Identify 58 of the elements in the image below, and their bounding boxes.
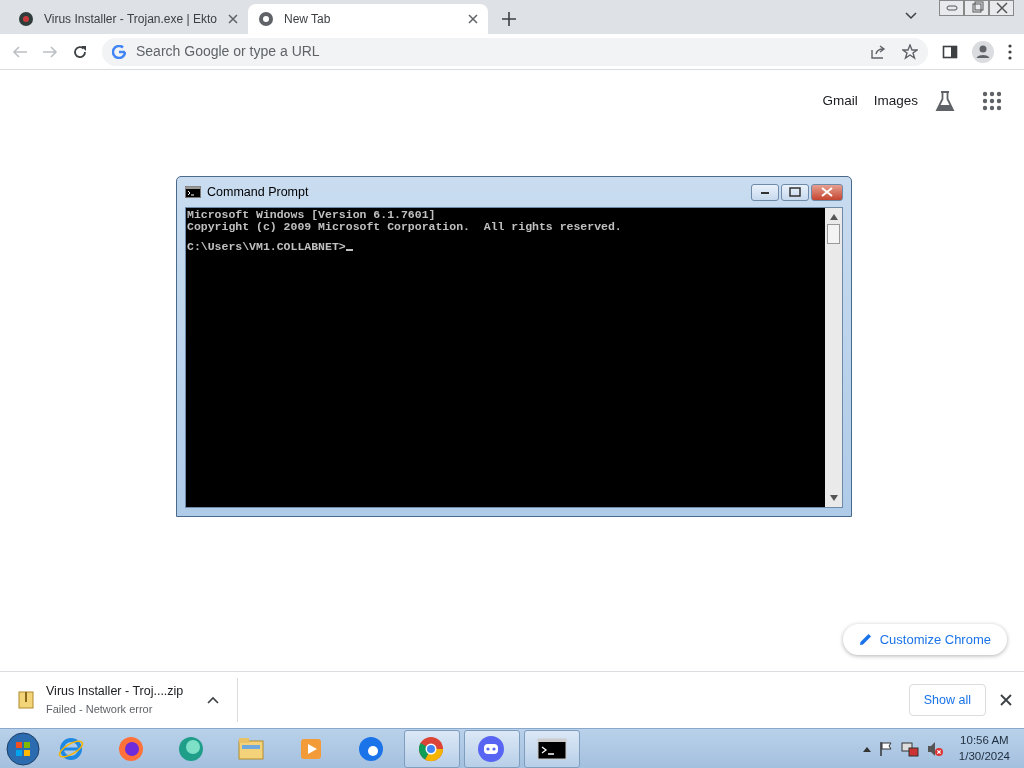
menu-icon[interactable] bbox=[1008, 43, 1012, 60]
header-link[interactable]: Images bbox=[873, 90, 918, 112]
network-icon[interactable] bbox=[900, 740, 919, 757]
close-icon bbox=[994, 1, 1009, 15]
chevron-icon[interactable] bbox=[905, 12, 917, 20]
flag-icon[interactable] bbox=[878, 740, 893, 757]
google-icon bbox=[112, 44, 126, 59]
scroll-down-icon[interactable] bbox=[829, 495, 838, 501]
scroll-up-icon[interactable] bbox=[829, 214, 838, 220]
window-title: Command Prompt bbox=[207, 183, 309, 201]
speaker-muted-icon[interactable] bbox=[926, 740, 943, 757]
zip-file-icon bbox=[18, 691, 34, 709]
restore-icon bbox=[969, 1, 984, 15]
star-icon[interactable] bbox=[902, 43, 918, 60]
scrollbar[interactable] bbox=[825, 208, 842, 507]
scroll-thumb[interactable] bbox=[827, 224, 840, 244]
console-prompt[interactable]: C:\Users\VM1.COLLABNET> bbox=[187, 241, 346, 253]
console-line: Copyright (c) 2009 Microsoft Corporation. All rights reserved. bbox=[187, 221, 623, 233]
pencil-icon bbox=[858, 632, 872, 646]
minimize-button[interactable] bbox=[751, 183, 779, 201]
customize-chrome-button[interactable]: Customize Chrome bbox=[842, 623, 1007, 655]
site-icon bbox=[18, 11, 34, 27]
clock-date[interactable]: 1/30/2024 bbox=[958, 748, 1010, 764]
start-button[interactable] bbox=[6, 731, 40, 766]
new-tab-icon[interactable] bbox=[502, 12, 516, 26]
discord-icon bbox=[477, 734, 507, 763]
maximize-button[interactable] bbox=[781, 183, 809, 201]
flask-icon[interactable] bbox=[934, 90, 956, 112]
chevron-up-icon[interactable] bbox=[207, 696, 220, 704]
taskbar-button[interactable] bbox=[524, 729, 580, 768]
close-icon[interactable] bbox=[228, 14, 238, 24]
download-filename[interactable]: Virus Installer - Troj....zip bbox=[46, 682, 184, 702]
terminal-icon bbox=[185, 186, 201, 198]
close-button[interactable] bbox=[811, 183, 843, 201]
browser-tab[interactable]: Virus Installer - Trojan.exe | Ekto bbox=[8, 4, 248, 34]
search-field[interactable]: Search Google or type a URL bbox=[134, 40, 862, 63]
maximize-icon bbox=[787, 186, 803, 198]
address-bar[interactable]: Search Google or type a URL bbox=[102, 37, 928, 66]
clock-time[interactable]: 10:56 AM bbox=[958, 733, 1010, 749]
tab-title: New Tab bbox=[284, 11, 332, 28]
close-icon[interactable] bbox=[1000, 694, 1012, 706]
side-panel-icon[interactable] bbox=[942, 43, 958, 60]
share-icon[interactable] bbox=[870, 43, 886, 60]
browser-tab[interactable]: New Tab bbox=[248, 4, 488, 34]
chevron-up-icon[interactable] bbox=[862, 745, 871, 752]
close-icon bbox=[819, 186, 835, 198]
close-icon[interactable] bbox=[468, 14, 478, 24]
close-button[interactable] bbox=[989, 0, 1014, 16]
apps-icon[interactable] bbox=[982, 91, 1002, 111]
restore-button[interactable] bbox=[964, 0, 989, 16]
download-status: Failed - Network error bbox=[46, 702, 154, 718]
show-all-button[interactable]: Show all bbox=[908, 683, 986, 717]
text-cursor bbox=[345, 249, 353, 251]
reload-icon[interactable] bbox=[72, 43, 88, 60]
header-link[interactable]: Gmail bbox=[822, 90, 858, 112]
tab-title: Virus Installer - Trojan.exe | Ekto bbox=[44, 11, 218, 28]
profile-icon[interactable] bbox=[972, 40, 994, 63]
console-line: Microsoft Windows [Version 6.1.7601] bbox=[187, 209, 437, 221]
